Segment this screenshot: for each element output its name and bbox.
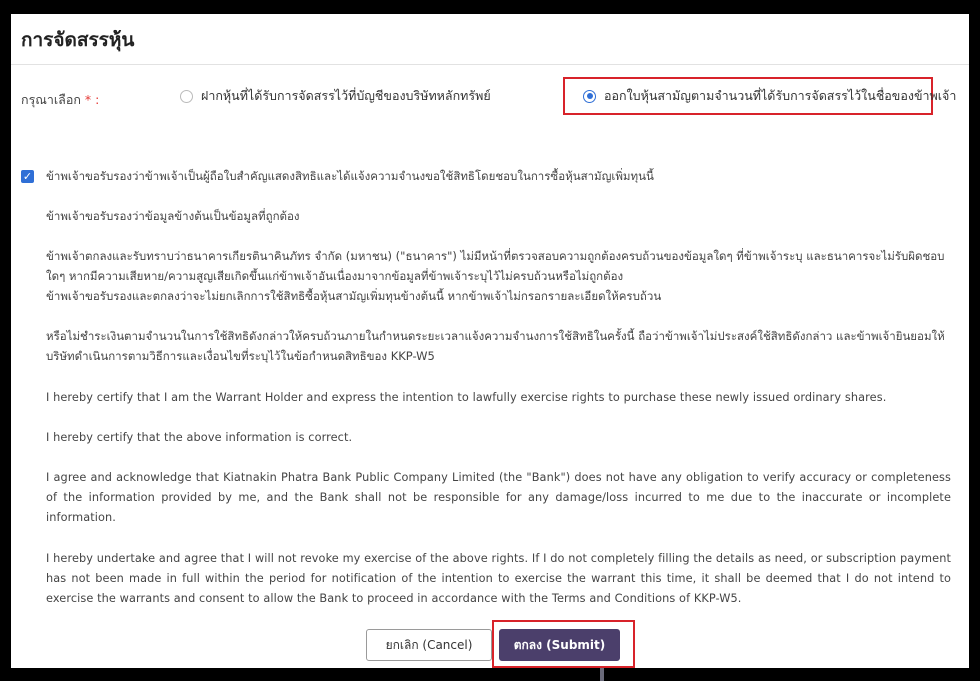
submit-button[interactable]: ตกลง (Submit) — [499, 629, 620, 661]
option-issue-certificate[interactable]: ออกใบหุ้นสามัญตามจำนวนที่ได้รับการจัดสรร… — [583, 86, 956, 106]
radio-checked-icon[interactable] — [583, 89, 596, 103]
select-label-text: กรุณาเลือก — [21, 92, 81, 107]
cert-paragraph-3: ข้าพเจ้าตกลงและรับทราบว่าธนาคารเกียรตินา… — [46, 249, 945, 283]
cert-paragraph-1: ข้าพเจ้าขอรับรองว่าข้าพเจ้าเป็นผู้ถือใบส… — [46, 169, 654, 183]
title-divider — [11, 64, 969, 65]
cert-paragraph-8: I agree and acknowledge that Kiatnakin P… — [46, 471, 951, 524]
screenshot-frame-top — [0, 0, 980, 14]
cert-paragraph-6: I hereby certify that I am the Warrant H… — [46, 391, 887, 404]
required-mark: * : — [84, 92, 100, 107]
cert-paragraph-5: หรือไม่ชำระเงินตามจำนวนในการใช้สิทธิดังก… — [46, 329, 945, 363]
cert-paragraph-2: ข้าพเจ้าขอรับรองว่าข้อมูลข้างต้นเป็นข้อม… — [46, 209, 300, 223]
screenshot-frame-left — [0, 0, 11, 681]
page-title: การจัดสรรหุ้น — [21, 29, 135, 51]
screenshot-frame-bottom — [0, 668, 980, 681]
cancel-button[interactable]: ยกเลิก (Cancel) — [366, 629, 492, 661]
select-label: กรุณาเลือก * : — [21, 90, 99, 110]
option-certificate-label: ออกใบหุ้นสามัญตามจำนวนที่ได้รับการจัดสรร… — [604, 88, 957, 103]
cert-paragraph-9: I hereby undertake and agree that I will… — [46, 552, 951, 605]
cert-paragraph-7: I hereby certify that the above informat… — [46, 431, 353, 444]
option-deposit-label: ฝากหุ้นที่ได้รับการจัดสรรไว้ที่บัญชีของบ… — [201, 88, 491, 103]
cert-paragraph-4: ข้าพเจ้าขอรับรองและตกลงว่าจะไม่ยกเลิกการ… — [46, 289, 662, 303]
screenshot-frame-right — [969, 0, 980, 681]
option-deposit-to-broker[interactable]: ฝากหุ้นที่ได้รับการจัดสรรไว้ที่บัญชีของบ… — [180, 86, 491, 106]
certify-checkbox[interactable]: ✓ — [21, 170, 34, 183]
radio-unchecked-icon[interactable] — [180, 89, 193, 103]
pointer-arrow-icon — [600, 668, 604, 681]
